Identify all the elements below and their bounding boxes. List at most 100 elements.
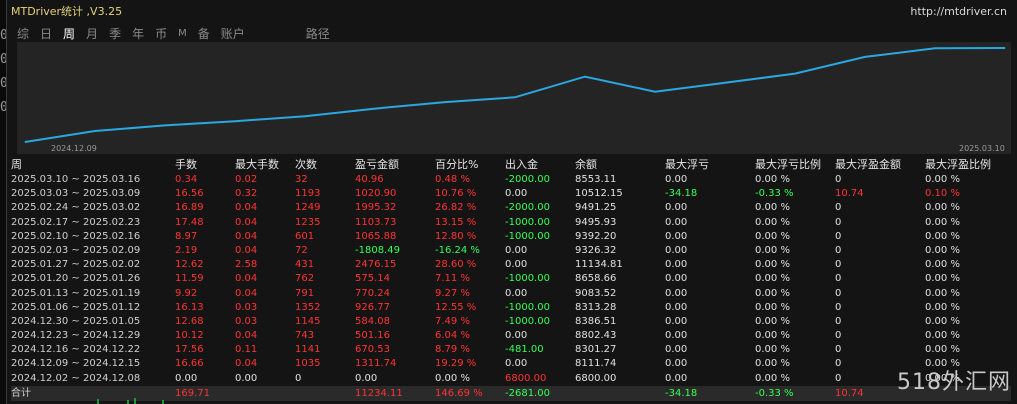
table-row[interactable]: 2024.12.30 ~ 2025.01.05 12.68 0.03 1145 584.…: [11, 315, 1011, 329]
tab-7[interactable]: M: [178, 28, 187, 39]
table-cell: 1995.32: [355, 202, 397, 214]
table-row[interactable]: 2025.01.27 ~ 2025.02.02 12.62 2.58 431 2476.…: [11, 258, 1011, 272]
table-cell: -2000.00: [505, 174, 550, 185]
table-cell: 11.59: [175, 273, 204, 285]
table-row[interactable]: 2025.01.20 ~ 2025.01.26 11.59 0.04 762 575.1…: [11, 272, 1011, 286]
table-row[interactable]: 2024.12.23 ~ 2024.12.29 10.12 0.04 743 501.1…: [11, 329, 1011, 343]
table-cell: 7.49 %: [435, 315, 470, 327]
table-cell: 0.02: [235, 174, 258, 185]
total-cell: 合计: [11, 387, 31, 399]
tab-0[interactable]: 综: [17, 25, 29, 42]
table-cell: 7.11 %: [435, 273, 470, 285]
table-cell: 0: [835, 244, 842, 256]
table-cell: 0.00: [665, 372, 688, 384]
balance-line-chart: 2024.12.09 2025.03.10: [24, 47, 1006, 153]
table-cell: 12.80 %: [435, 230, 477, 242]
table-cell: -1000.00: [505, 315, 550, 327]
table-row[interactable]: 2025.02.03 ~ 2025.02.09 2.19 0.04 72 -1808.4…: [11, 244, 1011, 258]
column-header[interactable]: 次数: [295, 157, 317, 173]
table-cell: 0.34: [175, 174, 198, 185]
table-cell: 2025.01.27 ~ 2025.02.02: [11, 259, 141, 271]
balance-chart: 2024.12.09 2025.03.10: [17, 42, 1011, 154]
table-cell: 0.00 %: [755, 216, 790, 228]
table-row[interactable]: 2025.02.17 ~ 2025.02.23 17.48 0.04 1235 1103…: [11, 216, 1011, 230]
table-cell: 0.48 %: [435, 174, 470, 185]
tab-5[interactable]: 年: [132, 25, 144, 42]
column-header[interactable]: 周: [11, 157, 22, 173]
table-cell: 0: [835, 273, 842, 285]
table-cell: 2025.03.03 ~ 2025.03.09: [11, 188, 141, 200]
table-cell: 584.08: [355, 315, 390, 327]
table-row[interactable]: 2025.01.13 ~ 2025.01.19 9.92 0.04 791 770.24…: [11, 287, 1011, 301]
table-cell: 0.00: [665, 259, 688, 271]
table-cell: 770.24: [355, 287, 390, 299]
table-cell: 0: [835, 259, 842, 271]
column-header[interactable]: 百分比%: [435, 157, 478, 173]
table-row[interactable]: 2025.03.10 ~ 2025.03.16 0.34 0.02 32 40.96 0.…: [11, 173, 1011, 187]
table-cell: 0: [835, 344, 842, 356]
table-cell: 0.00 %: [755, 202, 790, 214]
table-cell: 17.56: [175, 344, 204, 356]
table-row[interactable]: 2024.12.09 ~ 2024.12.15 16.66 0.04 1035 1311…: [11, 357, 1011, 371]
column-header[interactable]: 出入金: [505, 157, 538, 173]
balance-point: [164, 124, 166, 126]
table-cell: 0.00: [505, 358, 528, 370]
column-header[interactable]: 盈亏金额: [355, 157, 399, 173]
table-cell: 8553.11: [575, 174, 617, 185]
balance-point: [234, 120, 236, 122]
table-cell: 0.00: [665, 344, 688, 356]
table-cell: 0: [835, 202, 842, 214]
tab-1[interactable]: 日: [40, 25, 52, 42]
table-row[interactable]: 2025.03.03 ~ 2025.03.09 16.56 0.32 1193 1020…: [11, 187, 1011, 201]
tab-4[interactable]: 季: [109, 25, 121, 42]
table-cell: 8802.43: [575, 330, 617, 342]
table-cell: -1000.00: [505, 301, 550, 313]
balance-point: [864, 56, 866, 58]
table-cell: 10.74: [835, 188, 864, 200]
table-cell: 0.00: [665, 287, 688, 299]
table-cell: 762: [295, 273, 315, 285]
table-cell: 0: [835, 330, 842, 342]
table-cell: 2024.12.16 ~ 2024.12.22: [11, 344, 141, 356]
table-cell: 0.11: [235, 344, 258, 356]
table-cell: 6800.00: [505, 372, 547, 384]
table-row[interactable]: 2024.12.16 ~ 2024.12.22 17.56 0.11 1141 670.…: [11, 343, 1011, 357]
table-row[interactable]: 2025.01.06 ~ 2025.01.12 16.13 0.03 1352 926.…: [11, 301, 1011, 315]
table-row[interactable]: 2025.02.10 ~ 2025.02.16 8.97 0.04 601 1065.8…: [11, 230, 1011, 244]
table-cell: 1103.73: [355, 216, 397, 228]
tab-8[interactable]: 备: [198, 25, 210, 42]
tab-2[interactable]: 周: [63, 25, 75, 42]
column-header[interactable]: 最大浮亏比例: [755, 157, 821, 173]
total-cell: 11234.11: [355, 387, 403, 399]
x-start-label: 2024.12.09: [51, 144, 97, 153]
site-link[interactable]: http://mtdriver.cn: [910, 5, 1017, 18]
column-header[interactable]: 最大手数: [235, 157, 279, 173]
tab-10[interactable]: 路径: [306, 25, 330, 42]
table-cell: 11134.81: [575, 259, 623, 271]
table-header: 周 手数 最大手数 次数 盈亏金额 百分比% 出入金 余额 最大浮亏 最大浮亏比例 最大浮盈金额 最大…: [11, 157, 1011, 173]
table-cell: 8.79 %: [435, 344, 470, 356]
table-row[interactable]: 2025.02.24 ~ 2025.03.02 16.89 0.04 1249 1995…: [11, 201, 1011, 215]
tab-9[interactable]: 账户: [221, 25, 245, 42]
table-cell: 2476.15: [355, 259, 397, 271]
column-header[interactable]: 最大浮盈比例: [925, 157, 991, 173]
column-header[interactable]: 手数: [175, 157, 197, 173]
table-cell: 6800.00: [575, 372, 617, 384]
tab-3[interactable]: 月: [86, 25, 98, 42]
balance-point: [794, 73, 796, 75]
column-header[interactable]: 最大浮盈金额: [835, 157, 901, 173]
column-header[interactable]: 余额: [575, 157, 597, 173]
table-cell: 1249: [295, 202, 321, 214]
table-cell: 2025.01.06 ~ 2025.01.12: [11, 301, 141, 313]
column-header[interactable]: 最大浮亏: [665, 157, 709, 173]
table-cell: 0.00 %: [925, 287, 960, 299]
table-cell: 0.00 %: [755, 315, 790, 327]
table-row[interactable]: 2024.12.02 ~ 2024.12.08 0.00 0.00 0 0.00 0.00…: [11, 372, 1011, 386]
table-cell: 16.56: [175, 188, 204, 200]
tab-6[interactable]: 币: [155, 25, 167, 42]
table-cell: 0.00: [665, 202, 688, 214]
table-cell: 0.00 %: [755, 259, 790, 271]
table-cell: 2025.02.10 ~ 2025.02.16: [11, 230, 141, 242]
table-cell: 0.00 %: [925, 315, 960, 327]
table-cell: 0.00 %: [755, 174, 790, 185]
